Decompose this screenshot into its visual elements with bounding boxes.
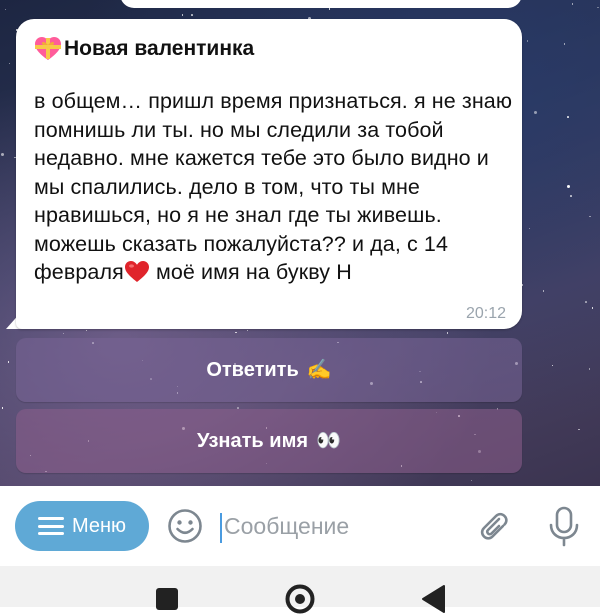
star-dot — [566, 185, 570, 189]
menu-button[interactable]: Меню — [15, 501, 149, 551]
message-bubble[interactable]: Новая валентинка в общем… пришл время пр… — [16, 19, 522, 329]
message-text-part-1: в общем… пришл время признаться. я не зн… — [34, 89, 513, 284]
star-dot — [526, 40, 529, 42]
message-text: в общем… пришл время признаться. я не зн… — [34, 87, 514, 287]
microphone-icon[interactable] — [546, 505, 582, 547]
star-dot — [597, 6, 599, 9]
red-heart-icon — [124, 261, 149, 282]
star-dot — [85, 329, 88, 332]
writing-hand-icon: ✍️ — [306, 359, 332, 381]
star-dot — [570, 195, 572, 197]
eyes-icon: 👀 — [316, 430, 341, 452]
hamburger-icon — [37, 517, 64, 535]
home-icon[interactable] — [285, 584, 315, 614]
system-navigation-bar — [0, 566, 600, 614]
star-dot — [534, 110, 538, 114]
star-dot — [7, 361, 10, 363]
message-time: 20:12 — [465, 305, 506, 322]
previous-message-bubble — [120, 0, 522, 8]
star-dot — [591, 307, 594, 309]
star-dot — [585, 301, 587, 303]
star-dot — [528, 227, 531, 230]
star-dot — [1, 407, 4, 409]
star-dot — [8, 62, 11, 65]
learn-name-button[interactable]: Узнать имя 👀 — [16, 409, 522, 473]
reply-button-label: Ответить — [206, 358, 299, 381]
star-dot — [563, 43, 566, 45]
learn-name-button-label: Узнать имя — [197, 429, 309, 452]
star-dot — [246, 329, 249, 332]
message-title: Новая валентинка — [34, 35, 254, 63]
star-dot — [1, 152, 5, 156]
menu-button-label: Меню — [71, 514, 127, 537]
star-dot — [191, 14, 193, 16]
text-cursor — [220, 513, 222, 543]
star-dot — [328, 8, 331, 10]
heart-with-ribbon-icon — [35, 37, 61, 60]
star-dot — [589, 215, 591, 218]
message-title-text: Новая валентинка — [64, 37, 255, 60]
star-dot — [571, 3, 574, 5]
star-dot — [551, 364, 554, 367]
star-dot — [446, 332, 449, 334]
star-dot — [542, 290, 545, 292]
message-input[interactable] — [224, 508, 454, 544]
attach-paperclip-icon[interactable] — [472, 507, 510, 545]
message-input-bar: Меню — [0, 486, 600, 566]
star-dot — [181, 14, 184, 16]
star-dot — [578, 428, 580, 431]
star-dot — [235, 331, 237, 334]
star-dot — [62, 332, 65, 335]
star-dot — [4, 8, 7, 11]
star-dot — [588, 368, 591, 370]
reply-button[interactable]: Ответить ✍️ — [16, 338, 522, 402]
star-dot — [470, 479, 473, 482]
message-text-part-2: моё имя на букву Н — [149, 260, 352, 284]
emoji-smile-icon[interactable] — [167, 508, 203, 544]
star-dot — [567, 116, 569, 118]
back-icon[interactable] — [420, 584, 446, 614]
